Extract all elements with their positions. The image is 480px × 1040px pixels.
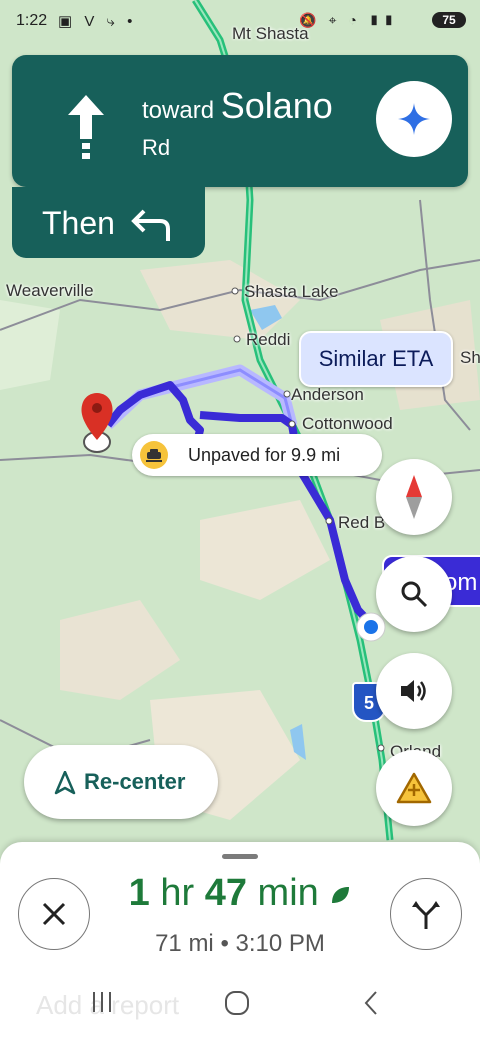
trip-minutes-unit: min <box>257 872 319 914</box>
map-label-anderson: Anderson <box>291 385 364 404</box>
status-system-icons: 🔕 ⌖ ◔ ▮▮ <box>299 12 398 28</box>
system-navigation-bar <box>0 990 480 1030</box>
turn-left-arrow-icon <box>131 209 170 241</box>
gemini-button[interactable] <box>376 81 452 157</box>
status-time: 1:22 <box>16 12 48 29</box>
then-label: Then <box>42 205 115 241</box>
trip-distance: 71 mi <box>155 930 214 957</box>
navigation-arrow-icon <box>54 771 76 795</box>
gemini-sparkle-icon <box>398 103 430 135</box>
home-nav-icon[interactable] <box>224 990 250 1023</box>
battery-icon: 75 <box>432 12 466 28</box>
road-name-line2: Rd <box>142 135 171 160</box>
map-label-cottonwood: Cottonwood <box>302 414 393 433</box>
then-instruction-card[interactable]: Then <box>12 187 205 258</box>
status-bar: 1:22 ▣ V ⤷ • 🔕 ⌖ ◔ ▮▮ 75 <box>0 0 480 44</box>
road-name: Solano <box>220 85 333 126</box>
map-label-redding: Reddi <box>246 330 291 349</box>
map-label-sh: Sh <box>460 348 480 367</box>
unpaved-road-chip[interactable]: Unpaved for 9.9 mi <box>132 434 382 476</box>
status-notification-icons: ▣ V ⤷ • <box>58 13 137 30</box>
search-button[interactable] <box>376 556 452 632</box>
map-label-shasta-lake: Shasta Lake <box>244 282 339 301</box>
trip-hours: 1 <box>128 872 150 914</box>
trip-minutes: 47 <box>204 872 247 914</box>
interstate-number: 5 <box>363 693 374 713</box>
map-label-red-bluff: Red B <box>338 513 386 532</box>
navigation-instruction-card[interactable]: toward Solano Rd <box>12 55 468 187</box>
trip-hours-unit: hr <box>160 872 195 914</box>
recenter-label: Re-center <box>84 769 186 794</box>
alternate-routes-button[interactable] <box>390 878 462 950</box>
instruction-text: toward Solano <box>142 85 333 127</box>
eco-leaf-icon <box>332 886 350 903</box>
route-fork-icon <box>412 901 440 929</box>
recents-nav-icon[interactable] <box>90 990 114 1021</box>
similar-eta-route-bubble[interactable]: Similar ETA <box>299 331 453 387</box>
trip-bottom-sheet[interactable]: 1 hr 47 min 71 mi • 3:10 PM Add a report <box>0 842 480 1040</box>
sound-button[interactable] <box>376 653 452 729</box>
arrival-time: 3:10 PM <box>235 930 325 957</box>
search-icon <box>401 581 428 608</box>
unpaved-text: Unpaved for 9.9 mi <box>188 445 341 465</box>
map-label-weaverville: Weaverville <box>6 281 94 300</box>
separator-dot: • <box>220 930 229 957</box>
add-report-button[interactable] <box>376 750 452 826</box>
unpaved-car-icon <box>140 441 168 469</box>
straight-arrow-icon <box>68 95 104 159</box>
report-warning-plus-icon <box>396 772 432 804</box>
recenter-button[interactable]: Re-center <box>24 745 218 819</box>
back-nav-icon[interactable] <box>362 990 380 1023</box>
compass-icon <box>406 475 422 519</box>
compass-button[interactable] <box>376 459 452 535</box>
toward-prefix: toward <box>142 97 215 124</box>
drag-handle[interactable] <box>222 854 258 859</box>
volume-icon <box>401 680 426 702</box>
